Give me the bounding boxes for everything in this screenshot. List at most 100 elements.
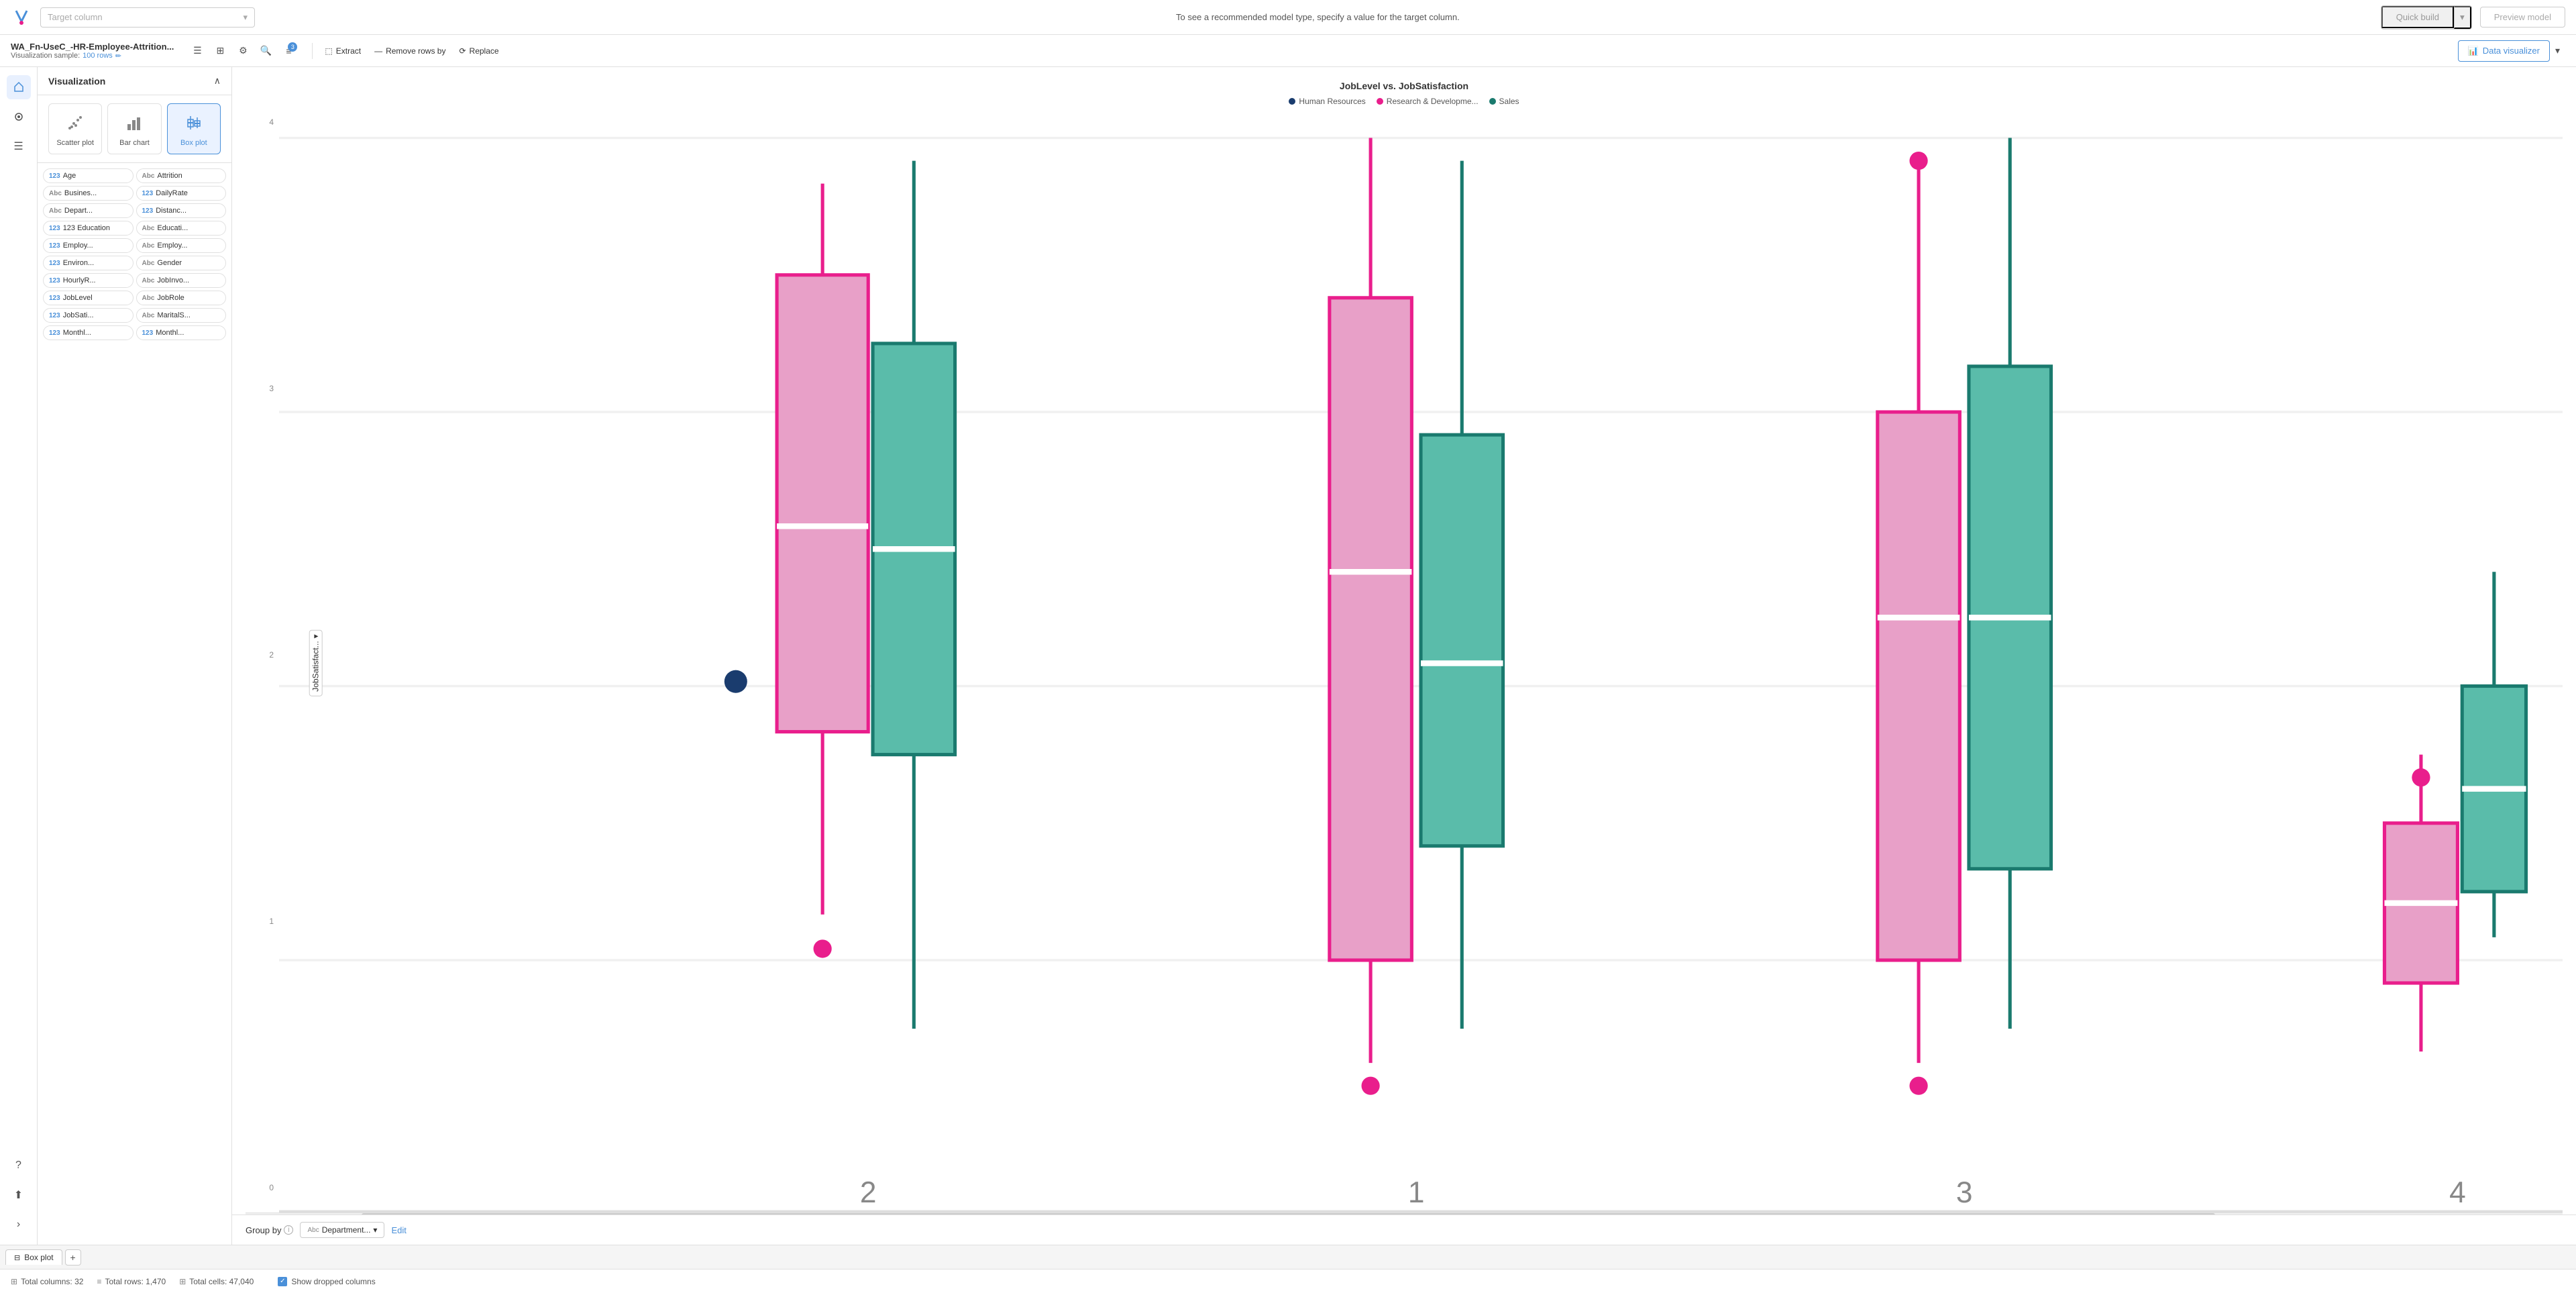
box-plot-tab-label: Box plot: [24, 1253, 53, 1262]
toolbar-separator: [312, 43, 313, 59]
col-distance[interactable]: 123Distanc...: [136, 203, 227, 218]
col-business[interactable]: AbcBusines...: [43, 186, 133, 201]
box-plot-tab[interactable]: ⊟ Box plot: [5, 1249, 62, 1265]
scroll-bar-thumb[interactable]: [362, 1213, 2215, 1214]
col-row-9: 123Monthl... 123Monthl...: [43, 325, 226, 340]
y-tick-4: 4: [269, 117, 274, 127]
nav-help-icon[interactable]: ?: [7, 1153, 31, 1178]
show-dropped-columns[interactable]: ✓ Show dropped columns: [278, 1277, 375, 1286]
chart-scroll-bar[interactable]: [246, 1212, 2563, 1214]
replace-button[interactable]: ⟳ Replace: [452, 43, 505, 59]
col-department[interactable]: AbcDepart...: [43, 203, 133, 218]
left-nav: ☰ ? ⬆ ›: [0, 67, 38, 1245]
bar-chart-type-btn[interactable]: Bar chart: [107, 103, 161, 154]
data-visualizer-button[interactable]: 📊 Data visualizer: [2458, 40, 2550, 62]
chart-type-selector: Scatter plot Bar chart: [38, 95, 231, 163]
nav-list-icon[interactable]: ☰: [7, 134, 31, 158]
list-view-icon[interactable]: ☰: [187, 41, 207, 61]
preview-model-button[interactable]: Preview model: [2480, 7, 2565, 28]
filter-icon[interactable]: ⚙: [233, 41, 253, 61]
replace-icon: ⟳: [459, 46, 466, 56]
col-row-4: 123Employ... AbcEmploy...: [43, 238, 226, 253]
sample-link[interactable]: 100 rows: [83, 52, 113, 60]
filter-badge: 3: [288, 42, 297, 52]
scatter-icon: [63, 111, 87, 135]
col-jobinvol[interactable]: AbcJobInvo...: [136, 273, 227, 288]
box-plot-icon-type: [182, 111, 206, 135]
dropdown-arrow-icon: ▾: [243, 12, 248, 23]
remove-rows-button[interactable]: — Remove rows by: [368, 43, 452, 59]
filename: WA_Fn-UseC_-HR-Employee-Attrition...: [11, 42, 174, 52]
abc-icon: Abc: [307, 1227, 319, 1234]
column-list: 123Age AbcAttrition AbcBusines... 123Dai…: [38, 163, 231, 1245]
col-dailyrate[interactable]: 123DailyRate: [136, 186, 227, 201]
legend-rd: Research & Developme...: [1377, 97, 1479, 106]
legend-sales-label: Sales: [1499, 97, 1519, 106]
nav-chevron-icon[interactable]: ›: [7, 1212, 31, 1237]
search-icon[interactable]: 🔍: [256, 41, 276, 61]
col-joblevel[interactable]: 123JobLevel: [43, 291, 133, 305]
box-plot-svg: 2 1 3 4: [279, 114, 2563, 1212]
nav-export-icon[interactable]: ⬆: [7, 1183, 31, 1207]
col-empno[interactable]: AbcEmploy...: [136, 238, 227, 253]
add-tab-button[interactable]: +: [65, 1249, 81, 1265]
show-dropped-checkbox[interactable]: ✓: [278, 1277, 287, 1286]
viz-panel-title: Visualization: [48, 76, 105, 87]
group-by-select[interactable]: Abc Department... ▾: [300, 1222, 384, 1238]
col-monthly1[interactable]: 123Monthl...: [43, 325, 133, 340]
col-jobsati[interactable]: 123JobSati...: [43, 308, 133, 323]
viz-panel-collapse[interactable]: ∧: [214, 75, 221, 87]
bottom-tabs: ⊟ Box plot +: [0, 1245, 2576, 1269]
col-environ[interactable]: 123Environ...: [43, 256, 133, 270]
status-bar: ⊞ Total columns: 32 ≡ Total rows: 1,470 …: [0, 1269, 2576, 1293]
quick-build-button-group: Quick build ▾: [2381, 5, 2472, 30]
nav-home-icon[interactable]: [7, 75, 31, 99]
features-icon[interactable]: ≡ 3: [278, 41, 299, 61]
toolbar-icons: ☰ ⊞ ⚙ 🔍 ≡ 3: [187, 41, 299, 61]
edit-link[interactable]: Edit: [391, 1225, 406, 1235]
bar-chart-icon-type: [122, 111, 146, 135]
col-row-2: AbcDepart... 123Distanc...: [43, 203, 226, 218]
scatter-plot-type-btn[interactable]: Scatter plot: [48, 103, 102, 154]
y-axis-dropdown[interactable]: JobSatisfact... ▾: [309, 630, 323, 696]
target-column-select[interactable]: Target column ▾: [40, 7, 255, 28]
extract-icon: ⬚: [325, 46, 332, 56]
nav-model-icon[interactable]: [7, 105, 31, 129]
columns-icon: ⊞: [11, 1277, 17, 1286]
col-row-7: 123JobLevel AbcJobRole: [43, 291, 226, 305]
file-info: WA_Fn-UseC_-HR-Employee-Attrition... Vis…: [11, 42, 174, 60]
col-marital[interactable]: AbcMaritalS...: [136, 308, 227, 323]
box-plot-type-btn[interactable]: Box plot: [167, 103, 221, 154]
col-gender[interactable]: AbcGender: [136, 256, 227, 270]
col-row-1: AbcBusines... 123DailyRate: [43, 186, 226, 201]
col-empcount[interactable]: 123Employ...: [43, 238, 133, 253]
total-rows: ≡ Total rows: 1,470: [97, 1277, 166, 1286]
viz-panel-header: Visualization ∧: [38, 67, 231, 95]
expand-button[interactable]: ▾: [2550, 42, 2565, 59]
scatter-plot-label: Scatter plot: [56, 139, 94, 147]
col-age[interactable]: 123Age: [43, 168, 133, 183]
col-attrition[interactable]: AbcAttrition: [136, 168, 227, 183]
bar-chart-label: Bar chart: [119, 139, 150, 147]
col-jobrole[interactable]: AbcJobRole: [136, 291, 227, 305]
col-monthly2[interactable]: 123Monthl...: [136, 325, 227, 340]
top-bar: Target column ▾ To see a recommended mod…: [0, 0, 2576, 35]
extract-button[interactable]: ⬚ Extract: [318, 43, 368, 59]
box-plot-tab-icon: ⊟: [14, 1253, 20, 1262]
edit-pencil-icon[interactable]: ✏: [115, 52, 121, 60]
quick-build-button[interactable]: Quick build: [2381, 6, 2454, 28]
col-row-5: 123Environ... AbcGender: [43, 256, 226, 270]
legend-rd-label: Research & Developme...: [1387, 97, 1479, 106]
chart-area: JobLevel vs. JobSatisfaction Human Resou…: [232, 67, 2576, 1245]
col-hourly[interactable]: 123HourlyR...: [43, 273, 133, 288]
col-education[interactable]: 123123 Education: [43, 221, 133, 236]
main-content: ☰ ? ⬆ › Visualization ∧: [0, 67, 2576, 1245]
grid-view-icon[interactable]: ⊞: [210, 41, 230, 61]
col-educationfield[interactable]: AbcEducati...: [136, 221, 227, 236]
rows-icon: ≡: [97, 1277, 101, 1286]
total-cells: ⊞ Total cells: 47,040: [179, 1277, 254, 1286]
chart-title: JobLevel vs. JobSatisfaction: [246, 81, 2563, 91]
remove-rows-icon: —: [374, 46, 382, 56]
group-by-dropdown-arrow: ▾: [373, 1225, 377, 1235]
quick-build-dropdown-arrow[interactable]: ▾: [2454, 6, 2471, 29]
